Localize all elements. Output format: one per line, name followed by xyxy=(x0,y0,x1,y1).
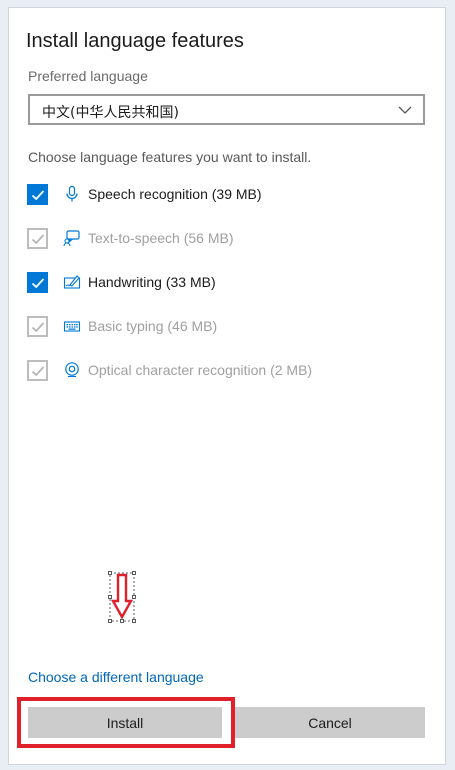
feature-basic-typing: Basic typing (46 MB) xyxy=(27,314,417,338)
preferred-language-select[interactable]: 中文(中华人民共和国) xyxy=(28,94,425,125)
handwriting-checkbox[interactable] xyxy=(27,272,48,293)
down-arrow-annotation xyxy=(108,571,136,623)
install-button[interactable]: Install xyxy=(28,707,222,738)
microphone-icon xyxy=(66,185,78,202)
speech-recognition-label: Speech recognition (39 MB) xyxy=(88,186,262,202)
feature-text-to-speech: Text-to-speech (56 MB) xyxy=(27,226,417,250)
basic-typing-checkbox[interactable] xyxy=(27,316,48,337)
pen-icon xyxy=(63,275,81,289)
preferred-language-label: Preferred language xyxy=(28,68,148,84)
basic-typing-label: Basic typing (46 MB) xyxy=(88,318,218,334)
feature-speech-recognition: Speech recognition (39 MB) xyxy=(27,182,417,206)
text-to-speech-checkbox[interactable] xyxy=(27,228,48,249)
cancel-button[interactable]: Cancel xyxy=(235,707,425,738)
feature-ocr: Optical character recognition (2 MB) xyxy=(27,358,417,382)
dialog-title: Install language features xyxy=(26,30,244,52)
choose-features-instruction: Choose language features you want to ins… xyxy=(28,149,312,165)
install-language-features-dialog: Install language features Preferred lang… xyxy=(8,7,446,765)
choose-different-language-link[interactable]: Choose a different language xyxy=(28,669,204,685)
ocr-label: Optical character recognition (2 MB) xyxy=(88,362,313,378)
feature-handwriting: Handwriting (33 MB) xyxy=(27,270,417,294)
ocr-icon xyxy=(65,362,79,378)
text-to-speech-label: Text-to-speech (56 MB) xyxy=(88,230,234,246)
speech-bubble-icon xyxy=(63,230,80,247)
chevron-down-icon xyxy=(398,106,412,114)
ocr-checkbox[interactable] xyxy=(27,360,48,381)
speech-recognition-checkbox[interactable] xyxy=(27,184,48,205)
keyboard-icon xyxy=(63,321,81,332)
preferred-language-value: 中文(中华人民共和国) xyxy=(42,105,179,121)
handwriting-label: Handwriting (33 MB) xyxy=(88,274,216,290)
